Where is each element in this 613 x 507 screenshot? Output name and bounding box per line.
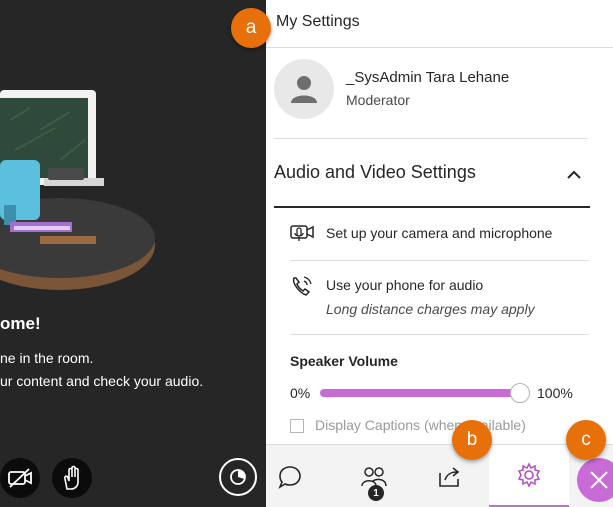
setup-camera-mic-option[interactable]: Set up your camera and microphone [290,216,590,258]
camera-off-icon [8,468,32,488]
callout-marker: a [231,8,271,48]
volume-fill [320,389,520,397]
callout-marker: c [566,420,606,460]
status-settings-button[interactable] [219,458,257,496]
tab-attendees[interactable]: 1 [338,445,410,507]
volume-min-label: 0% [290,385,311,401]
volume-slider-thumb[interactable] [509,383,530,403]
option-sublabel: Long distance charges may apply [326,301,535,317]
share-icon [439,466,460,487]
captions-label: Display Captions (when available) [315,417,526,433]
phone-audio-option[interactable]: Use your phone for audio Long distance c… [290,268,590,330]
section-title[interactable]: Audio and Video Settings [274,162,476,183]
divider [266,47,613,48]
panel-title: My Settings [276,13,360,30]
gear-icon [517,462,541,488]
speaker-volume-slider[interactable] [320,383,530,403]
panel-tab-bar: 1 [266,444,613,507]
speaker-volume-label: Speaker Volume [290,353,398,369]
phone-icon [292,276,312,296]
my-settings-panel: My Settings _SysAdmin Tara Lehane Modera… [266,0,613,507]
welcome-text-line: ne in the room. [0,350,94,366]
tab-chat[interactable] [266,445,314,507]
raise-hand-button[interactable] [52,458,92,498]
callout-marker: b [452,420,492,460]
captions-checkbox[interactable] [290,419,304,433]
camera-microphone-icon [290,225,314,241]
raise-hand-icon [64,465,79,490]
option-label: Use your phone for audio [326,277,484,293]
chevron-up-icon [567,170,581,179]
camera-toggle-button[interactable] [0,458,40,498]
user-role: Moderator [346,92,410,108]
close-icon [590,471,608,489]
user-avatar[interactable] [274,59,334,119]
attendee-count-badge: 1 [368,485,384,501]
session-stage: ome! ne in the room. ur content and chec… [0,0,266,507]
divider [290,260,589,261]
close-panel-button[interactable] [577,458,613,502]
divider [274,138,588,139]
user-avatar-icon [291,76,317,103]
volume-max-label: 100% [537,385,573,401]
chat-icon [278,465,301,489]
tab-my-settings[interactable] [489,445,569,507]
welcome-title: ome! [0,314,41,333]
welcome-text-line: ur content and check your audio. [0,373,204,389]
status-clock-icon [230,469,246,485]
welcome-illustration [0,90,155,290]
option-label: Set up your camera and microphone [326,225,553,241]
section-divider [274,206,590,208]
divider [290,334,589,335]
collapse-section-button[interactable] [562,163,586,187]
user-name: _SysAdmin Tara Lehane [346,69,510,86]
